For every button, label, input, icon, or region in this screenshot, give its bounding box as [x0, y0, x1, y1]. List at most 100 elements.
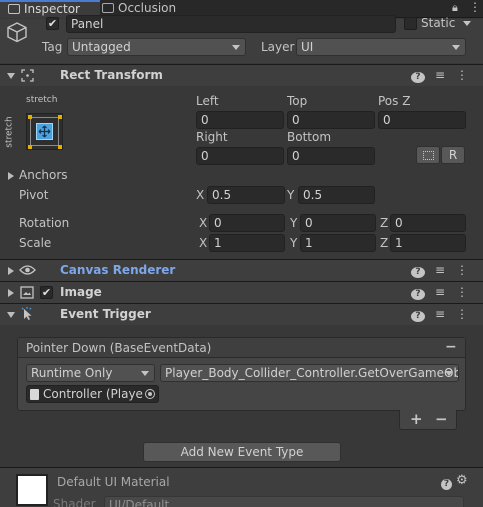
rotation-x-label: X: [199, 216, 208, 230]
image-title: Image: [60, 285, 102, 299]
scale-label: Scale: [19, 236, 52, 250]
target-object-value: Controller (Playe: [43, 387, 143, 401]
stretch-icon: [36, 123, 53, 140]
left-field[interactable]: 0: [196, 111, 284, 129]
gameobject-name-field[interactable]: Panel: [66, 15, 396, 33]
posz-label: Pos Z: [378, 94, 411, 108]
anchors-foldout-icon[interactable]: [8, 172, 14, 180]
preset-icon[interactable]: ≡: [433, 307, 447, 322]
top-label: Top: [287, 94, 308, 108]
add-new-event-type-button[interactable]: Add New Event Type: [143, 442, 341, 462]
help-icon[interactable]: ?: [411, 68, 425, 83]
anchors-label[interactable]: Anchors: [19, 168, 68, 182]
rect-transform-header[interactable]: Rect Transform ? ≡ ⋮: [0, 64, 483, 86]
script-icon: [30, 389, 39, 400]
chevron-down-icon: [452, 45, 460, 50]
component-menu-icon[interactable]: ⋮: [455, 285, 469, 300]
static-label: Static: [421, 16, 456, 30]
component-menu-icon[interactable]: ⋮: [455, 263, 469, 278]
rotation-label: Rotation: [19, 216, 70, 230]
shader-label: Shader: [53, 497, 96, 507]
static-dropdown[interactable]: [456, 15, 476, 33]
function-dropdown[interactable]: Player_Body_Collider_Controller.GetOverG…: [160, 364, 459, 382]
tag-value: Untagged: [72, 40, 131, 54]
pivot-label: Pivot: [19, 188, 49, 202]
rotation-z-field[interactable]: 0: [390, 214, 466, 232]
target-object-field[interactable]: Controller (Playe: [26, 385, 159, 403]
tab-menu-icon[interactable]: ⋮: [469, 0, 481, 14]
rotation-y-label: Y: [290, 216, 298, 230]
canvas-renderer-header[interactable]: Canvas Renderer ? ≡ ⋮: [0, 259, 483, 281]
object-picker-icon[interactable]: [145, 389, 155, 399]
active-checkbox[interactable]: ✔: [46, 17, 59, 30]
pivot-y-field[interactable]: 0.5: [298, 186, 375, 204]
help-icon[interactable]: ?: [441, 475, 452, 490]
remove-listener-button[interactable]: −: [435, 410, 448, 428]
tab-occlusion-label: Occlusion: [118, 1, 177, 15]
rotation-y-field[interactable]: 0: [300, 214, 376, 232]
add-listener-button[interactable]: +: [410, 410, 423, 428]
chevron-down-icon: [232, 45, 240, 50]
raw-edit-button[interactable]: R: [441, 146, 465, 164]
bottom-field[interactable]: 0: [287, 147, 375, 165]
scale-x-label: X: [199, 236, 208, 250]
chevron-down-icon: [463, 21, 471, 26]
rect-transform-title: Rect Transform: [60, 68, 163, 82]
event-entry-box: Pointer Down (BaseEventData) − Runtime O…: [17, 337, 466, 411]
help-icon[interactable]: ?: [411, 307, 425, 322]
canvas-renderer-title: Canvas Renderer: [60, 263, 176, 277]
runtime-dropdown[interactable]: Runtime Only: [26, 364, 155, 382]
anchor-corner-tl: [28, 115, 32, 119]
lock-icon[interactable]: 🔒︎: [452, 1, 458, 15]
posz-field[interactable]: 0: [378, 111, 466, 129]
shader-dropdown: UI/Default: [104, 496, 464, 507]
help-icon[interactable]: ?: [411, 263, 425, 278]
preset-icon[interactable]: ≡: [433, 285, 447, 300]
layer-dropdown[interactable]: UI: [296, 38, 466, 56]
occlusion-icon: [102, 3, 114, 13]
foldout-arrow-icon[interactable]: [8, 289, 14, 297]
rotation-x-field[interactable]: 0: [209, 214, 285, 232]
static-checkbox[interactable]: [404, 17, 417, 30]
preset-icon[interactable]: ≡: [433, 68, 447, 83]
event-entry-title: Pointer Down (BaseEventData): [26, 341, 212, 355]
anchor-corner-bl: [28, 145, 32, 149]
tab-inspector-label: Inspector: [24, 2, 80, 16]
blueprint-mode-button[interactable]: [416, 146, 440, 164]
preset-icon[interactable]: ≡: [433, 263, 447, 278]
material-section: Default UI Material Shader UI/Default ? …: [0, 467, 483, 507]
right-label: Right: [196, 130, 228, 144]
foldout-arrow-icon[interactable]: [8, 267, 14, 275]
tag-dropdown[interactable]: Untagged: [67, 38, 246, 56]
event-trigger-icon: [21, 307, 34, 324]
eye-icon: [19, 264, 36, 279]
pivot-x-field[interactable]: 0.5: [207, 186, 285, 204]
top-field[interactable]: 0: [287, 111, 375, 129]
anchor-preset-button[interactable]: [26, 113, 63, 150]
chevron-down-icon: [445, 371, 453, 376]
inspector-icon: [8, 4, 20, 14]
image-enabled-checkbox[interactable]: ✔: [40, 286, 53, 299]
event-trigger-header[interactable]: Event Trigger ? ≡ ⋮: [0, 303, 483, 325]
right-field[interactable]: 0: [196, 147, 284, 165]
gameobject-header: ✔ Panel Static Tag Untagged Layer UI: [0, 15, 483, 63]
tag-label: Tag: [42, 40, 63, 54]
scale-x-field[interactable]: 1: [209, 234, 285, 252]
anchor-preset-side-label: stretch: [4, 116, 15, 148]
component-menu-icon[interactable]: ⋮: [455, 307, 469, 322]
image-header[interactable]: ✔ Image ? ≡ ⋮: [0, 281, 483, 303]
pivot-x-label: X: [196, 188, 205, 202]
scale-z-field[interactable]: 1: [390, 234, 466, 252]
gear-icon[interactable]: ⚙: [456, 473, 468, 488]
rect-transform-icon: [21, 69, 34, 85]
scale-y-field[interactable]: 1: [300, 234, 376, 252]
component-menu-icon[interactable]: ⋮: [455, 68, 469, 83]
anchor-corner-tr: [58, 115, 62, 119]
help-icon[interactable]: ?: [411, 285, 425, 300]
foldout-arrow-icon[interactable]: [7, 73, 15, 79]
remove-event-button[interactable]: −: [445, 339, 457, 355]
function-value: Player_Body_Collider_Controller.GetOverG…: [165, 366, 459, 380]
anchor-corner-br: [58, 145, 62, 149]
event-entry-header: Pointer Down (BaseEventData) −: [18, 338, 465, 358]
foldout-arrow-icon[interactable]: [7, 312, 15, 318]
